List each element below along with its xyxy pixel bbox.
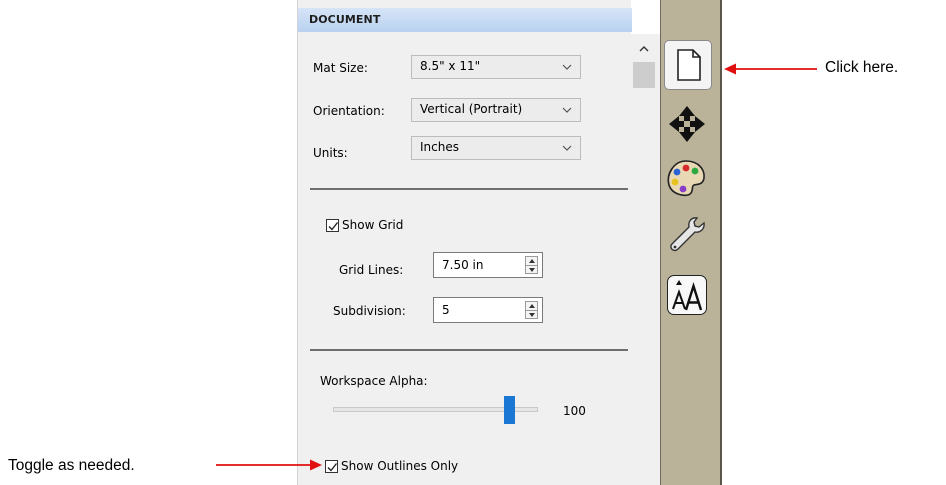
tab-colors[interactable] xyxy=(665,158,705,198)
stepper-up-icon[interactable] xyxy=(529,259,535,263)
document-settings-panel: DOCUMENT Mat Size: 8.5" x 11" Orientatio… xyxy=(297,0,632,485)
show-outlines-only-label: Show Outlines Only xyxy=(341,459,459,473)
subdivision-stepper[interactable]: 5 xyxy=(433,297,543,323)
checkmark-icon xyxy=(327,463,338,472)
mat-size-dropdown[interactable]: 8.5" x 11" xyxy=(411,55,581,79)
grid-lines-label: Grid Lines: xyxy=(339,263,404,277)
grid-lines-value: 7.50 in xyxy=(442,258,484,272)
units-label: Units: xyxy=(313,146,348,160)
chevron-down-icon xyxy=(562,107,572,113)
tab-document[interactable] xyxy=(664,40,712,90)
slider-thumb[interactable] xyxy=(504,396,515,424)
side-tab-strip xyxy=(660,0,722,485)
section-divider xyxy=(310,349,628,351)
workspace-alpha-value: 100 xyxy=(563,404,586,418)
section-divider xyxy=(310,188,628,190)
toggle-note: Toggle as needed. xyxy=(8,457,135,474)
tab-text[interactable] xyxy=(667,275,707,315)
stepper-up-icon[interactable] xyxy=(529,304,535,308)
annotation-arrow-icon xyxy=(216,459,322,471)
checkmark-icon xyxy=(328,222,339,231)
text-size-icon xyxy=(672,280,703,311)
show-grid-checkbox[interactable] xyxy=(326,219,339,232)
scroll-up-icon[interactable] xyxy=(639,45,649,53)
orientation-value: Vertical (Portrait) xyxy=(420,102,523,116)
chevron-down-icon xyxy=(562,64,572,70)
stepper-buttons[interactable] xyxy=(525,256,538,274)
stepper-buttons[interactable] xyxy=(525,301,538,319)
orientation-label: Orientation: xyxy=(313,104,385,118)
subdivision-label: Subdivision: xyxy=(333,304,406,318)
tab-move[interactable] xyxy=(667,104,707,144)
grid-lines-stepper[interactable]: 7.50 in xyxy=(433,252,543,278)
wrench-icon xyxy=(670,217,705,252)
workspace-alpha-label: Workspace Alpha: xyxy=(320,374,428,388)
show-grid-label: Show Grid xyxy=(342,218,404,232)
annotation-arrow-icon xyxy=(724,63,817,75)
palette-icon xyxy=(667,160,705,197)
units-value: Inches xyxy=(420,140,459,154)
mat-size-label: Mat Size: xyxy=(313,61,368,75)
subdivision-value: 5 xyxy=(442,303,450,317)
stepper-down-icon[interactable] xyxy=(529,268,535,272)
scrollbar-thumb[interactable] xyxy=(633,62,655,88)
tab-settings[interactable] xyxy=(667,214,707,254)
mat-size-value: 8.5" x 11" xyxy=(420,59,481,73)
panel-header: DOCUMENT xyxy=(298,8,632,32)
stepper-down-icon[interactable] xyxy=(529,313,535,317)
panel-scrollbar[interactable] xyxy=(631,34,661,485)
workspace-alpha-slider[interactable] xyxy=(333,396,538,424)
units-dropdown[interactable]: Inches xyxy=(411,136,581,160)
move-arrows-icon xyxy=(669,106,705,142)
show-outlines-only-checkbox[interactable] xyxy=(325,460,338,473)
click-here-note: Click here. xyxy=(825,59,899,76)
chevron-down-icon xyxy=(562,145,572,151)
orientation-dropdown[interactable]: Vertical (Portrait) xyxy=(411,98,581,122)
document-icon xyxy=(677,49,701,81)
